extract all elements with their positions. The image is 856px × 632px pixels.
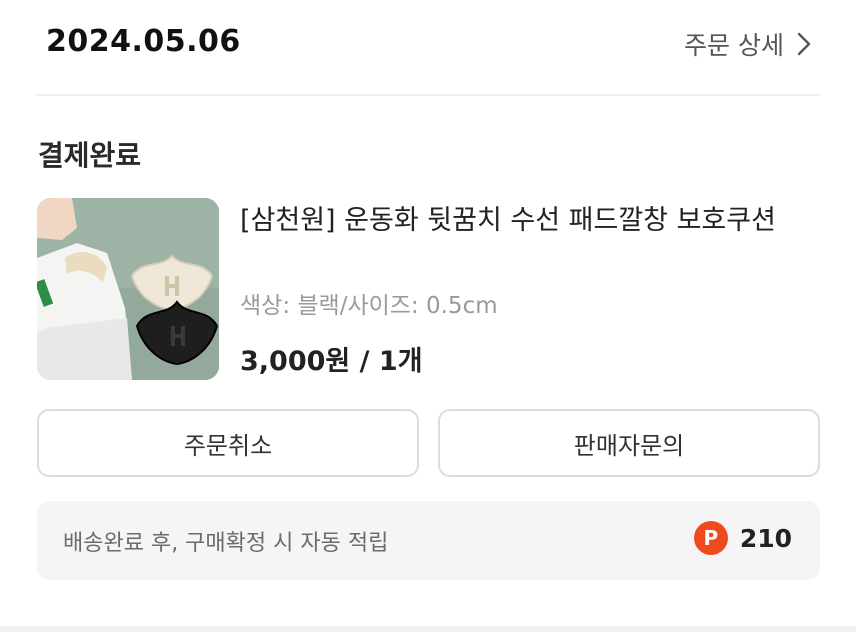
seller-inquiry-button[interactable]: 판매자문의	[438, 409, 820, 477]
product-name[interactable]: [삼천원] 운동화 뒷꿈치 수선 패드깔창 보호쿠션	[240, 200, 820, 242]
points-info-box: 배송완료 후, 구매확정 시 자동 적립 P 210	[37, 501, 820, 580]
product-thumbnail[interactable]	[37, 198, 219, 380]
product-price: 3,000원 / 1개	[240, 346, 423, 377]
order-header: 2024.05.06 주문 상세	[0, 0, 856, 92]
point-coin-icon: P	[693, 521, 728, 555]
points-summary: P 210	[693, 521, 792, 555]
header-divider	[36, 94, 820, 96]
order-detail-label: 주문 상세	[684, 31, 784, 60]
order-detail-link[interactable]: 주문 상세	[684, 26, 812, 62]
chevron-right-icon	[797, 32, 811, 56]
cancel-order-button[interactable]: 주문취소	[37, 409, 419, 477]
points-value: 210	[739, 523, 792, 553]
points-description: 배송완료 후, 구매확정 시 자동 적립	[63, 531, 389, 556]
section-separator	[0, 626, 856, 632]
order-date: 2024.05.06	[46, 24, 241, 59]
product-options: 색상: 블랙/사이즈: 0.5cm	[240, 293, 498, 319]
order-status: 결제완료	[38, 139, 142, 172]
product-image	[37, 198, 219, 380]
